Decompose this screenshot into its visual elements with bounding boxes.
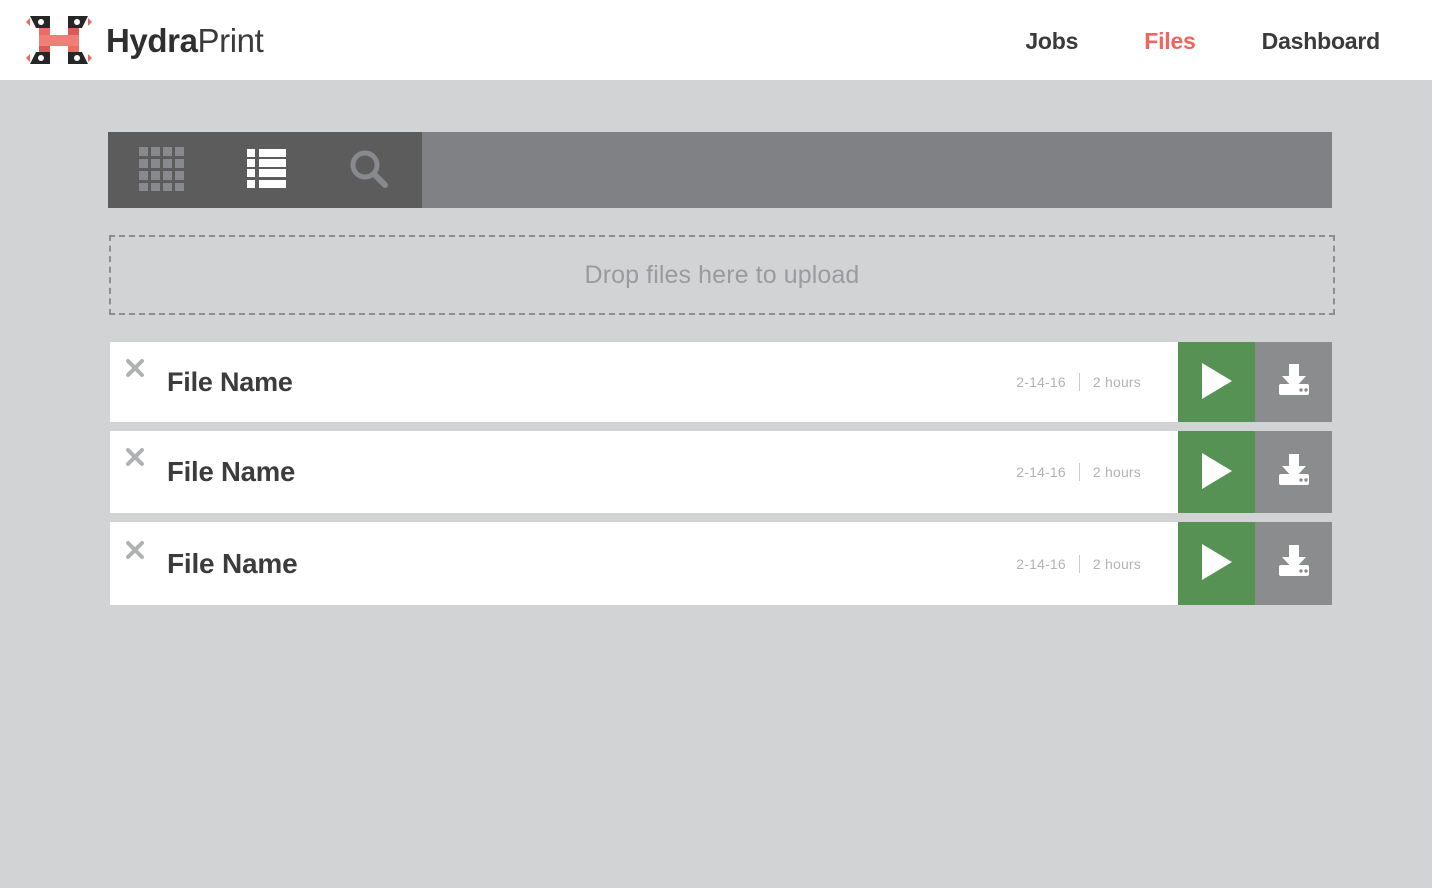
- file-duration: 2 hours: [1093, 374, 1141, 390]
- play-icon: [1200, 543, 1234, 584]
- remove-file-button[interactable]: [122, 538, 148, 564]
- search-icon: [349, 149, 389, 192]
- hydra-h-crop-marks-logo-icon: [26, 13, 92, 67]
- close-x-icon: [125, 358, 145, 381]
- grid-view-button[interactable]: [108, 132, 216, 208]
- file-duration: 2 hours: [1093, 464, 1141, 480]
- grid-view-icon: [139, 147, 185, 194]
- play-button[interactable]: [1178, 342, 1255, 422]
- file-meta: 2-14-16 2 hours: [1016, 463, 1141, 481]
- dropzone-label: Drop files here to upload: [585, 261, 860, 290]
- app-page: HydraPrint Jobs Files Dashboard: [0, 0, 1440, 888]
- file-date: 2-14-16: [1016, 464, 1066, 480]
- remove-file-button[interactable]: [122, 356, 148, 382]
- file-row-main: File Name 2-14-16 2 hours: [110, 431, 1178, 513]
- play-button[interactable]: [1178, 522, 1255, 605]
- app-header: HydraPrint Jobs Files Dashboard: [0, 0, 1440, 80]
- file-row-main: File Name 2-14-16 2 hours: [110, 522, 1178, 605]
- nav-link-jobs[interactable]: Jobs: [1025, 28, 1078, 55]
- file-date: 2-14-16: [1016, 374, 1066, 390]
- table-row[interactable]: File Name 2-14-16 2 hours: [110, 342, 1332, 422]
- play-button[interactable]: [1178, 431, 1255, 513]
- page-body: Drop files here to upload File Name: [0, 80, 1432, 888]
- brand-name-light: Print: [198, 22, 264, 59]
- close-x-icon: [125, 540, 145, 563]
- download-button[interactable]: [1255, 431, 1332, 513]
- file-dropzone[interactable]: Drop files here to upload: [109, 235, 1335, 315]
- play-icon: [1200, 452, 1234, 493]
- file-meta: 2-14-16 2 hours: [1016, 555, 1141, 573]
- file-name: File Name: [167, 456, 295, 488]
- meta-separator: [1079, 463, 1080, 481]
- close-x-icon: [125, 447, 145, 470]
- brand[interactable]: HydraPrint: [26, 13, 263, 67]
- download-icon: [1274, 543, 1314, 584]
- file-name: File Name: [167, 367, 293, 398]
- download-icon: [1274, 452, 1314, 493]
- file-name: File Name: [167, 548, 297, 580]
- nav-link-dashboard[interactable]: Dashboard: [1262, 28, 1380, 55]
- play-icon: [1200, 362, 1234, 403]
- file-meta: 2-14-16 2 hours: [1016, 373, 1141, 391]
- list-view-button[interactable]: [216, 132, 316, 208]
- files-toolbar: [108, 132, 1332, 208]
- table-row[interactable]: File Name 2-14-16 2 hours: [110, 431, 1332, 513]
- download-button[interactable]: [1255, 522, 1332, 605]
- brand-name: HydraPrint: [106, 24, 263, 57]
- file-row-main: File Name 2-14-16 2 hours: [110, 342, 1178, 422]
- meta-separator: [1079, 373, 1080, 391]
- download-button[interactable]: [1255, 342, 1332, 422]
- search-input[interactable]: [422, 132, 1332, 208]
- download-icon: [1274, 362, 1314, 403]
- remove-file-button[interactable]: [122, 445, 148, 471]
- meta-separator: [1079, 555, 1080, 573]
- search-button[interactable]: [316, 132, 422, 208]
- nav-link-files[interactable]: Files: [1144, 28, 1195, 55]
- list-view-icon: [247, 149, 286, 191]
- view-tools-group: [108, 132, 422, 208]
- file-duration: 2 hours: [1093, 556, 1141, 572]
- brand-name-bold: Hydra: [106, 22, 198, 59]
- table-row[interactable]: File Name 2-14-16 2 hours: [110, 522, 1332, 605]
- file-list: File Name 2-14-16 2 hours: [110, 342, 1332, 614]
- main-nav: Jobs Files Dashboard: [1025, 28, 1380, 55]
- file-date: 2-14-16: [1016, 556, 1066, 572]
